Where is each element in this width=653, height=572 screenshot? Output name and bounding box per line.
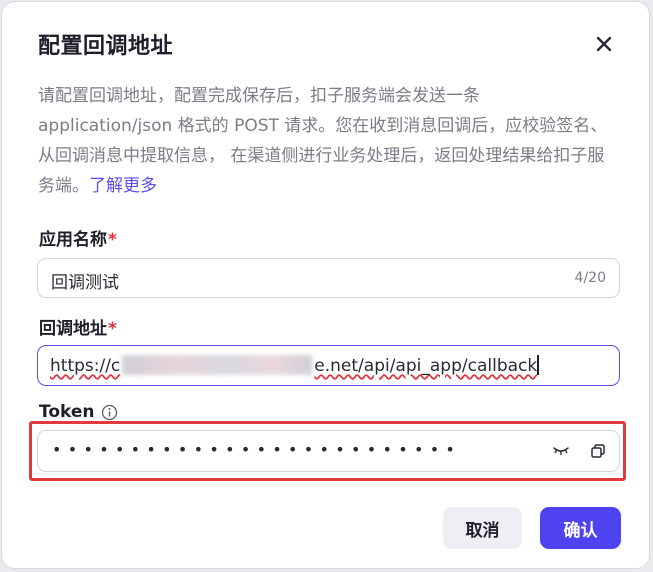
token-masked-value: •••••••••••••••••••••••••• [52,440,462,459]
learn-more-link[interactable]: 了解更多 [89,176,157,196]
required-mark: * [108,319,117,339]
token-label: Token [39,402,118,422]
callback-url-label-text: 回调地址 [39,319,107,339]
callback-url-value: https://c e.net/api/api_app/callback [50,355,539,376]
callback-url-label: 回调地址* [39,314,117,339]
text-cursor [537,355,539,375]
required-mark: * [108,230,117,250]
token-input[interactable]: •••••••••••••••••••••••••• [37,430,620,472]
confirm-button[interactable]: 确认 [540,507,621,549]
callback-config-dialog: 配置回调地址 请配置回调地址，配置完成保存后，扣子服务端会发送一条 applic… [1,1,650,569]
token-label-text: Token [39,402,95,422]
redacted-segment [122,355,313,375]
callback-url-input[interactable]: https://c e.net/api/api_app/callback [37,345,620,386]
app-name-label-text: 应用名称 [39,230,107,250]
app-name-input[interactable]: 回调测试 4/20 [37,258,620,298]
dialog-title: 配置回调地址 [38,34,174,59]
url-prefix: https://c [50,356,121,376]
url-suffix: e.net/api/api_app/callback [314,356,538,376]
app-name-value: 回调测试 [51,273,119,293]
copy-icon[interactable] [590,443,606,459]
char-counter: 4/20 [574,270,606,286]
info-icon[interactable] [101,404,118,421]
close-button[interactable] [590,30,618,58]
cancel-button[interactable]: 取消 [443,507,522,549]
close-icon [596,36,612,52]
eye-closed-icon[interactable] [552,443,570,457]
app-name-label: 应用名称* [39,225,117,250]
dialog-description: 请配置回调地址，配置完成保存后，扣子服务端会发送一条 application/j… [38,81,608,201]
